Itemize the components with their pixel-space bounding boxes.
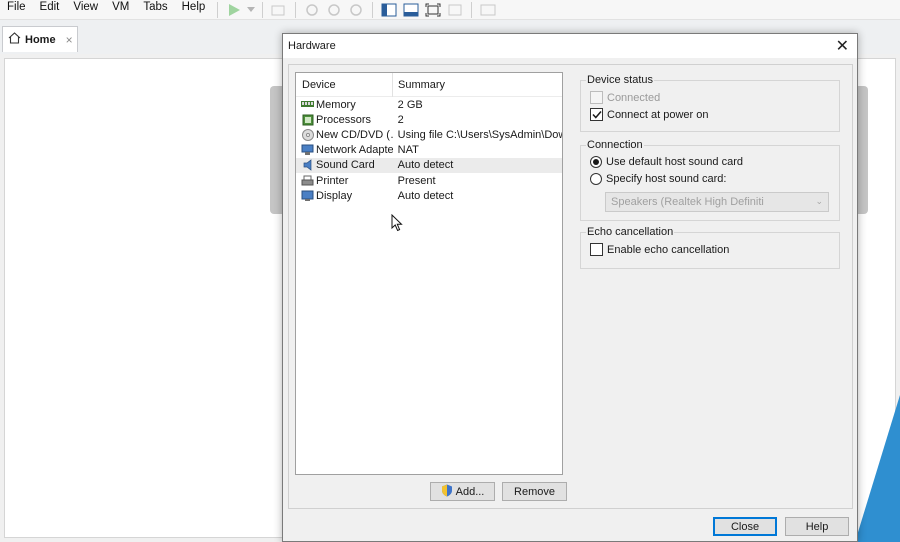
device-summary: Auto detect	[397, 159, 454, 172]
tab-home[interactable]: Home ×	[2, 26, 78, 52]
enable-echo-cancellation-label: Enable echo cancellation	[607, 243, 730, 256]
chevron-down-icon[interactable]	[245, 1, 257, 19]
display-icon	[301, 190, 314, 202]
device-name: New CD/DVD (…	[316, 128, 393, 141]
console-view-icon[interactable]	[477, 1, 499, 19]
full-screen-icon[interactable]	[422, 1, 444, 19]
help-button[interactable]: Help	[785, 517, 849, 536]
host-sound-card-value: Speakers (Realtek High Definiti	[611, 196, 764, 208]
mouse-cursor-icon	[391, 213, 403, 235]
device-row-processors[interactable]: Processors 2	[296, 112, 562, 127]
device-summary: Using file C:\Users\SysAdmin\Dow…	[397, 128, 562, 141]
close-button-label: Close	[730, 520, 760, 533]
network-adapter-icon	[301, 144, 314, 156]
menu-bar: File Edit View VM Tabs Help	[0, 0, 900, 20]
device-name: Display	[316, 189, 353, 202]
device-name: Network Adapter	[316, 144, 393, 157]
column-device[interactable]: Device	[296, 72, 393, 97]
radio-selected-icon[interactable]	[590, 156, 602, 168]
hardware-dialog: Hardware ✕ Device Summary Memory 2 GB Pr…	[282, 33, 858, 542]
tab-home-label: Home	[25, 33, 56, 46]
chevron-down-icon: ⌄	[815, 196, 823, 206]
device-name: Sound Card	[316, 159, 375, 172]
specify-host-sound-label: Specify host sound card:	[606, 173, 727, 185]
toolbar-separator	[295, 1, 297, 18]
menu-edit[interactable]: Edit	[33, 0, 67, 20]
memory-icon	[301, 99, 314, 111]
host-sound-card-dropdown[interactable]: Speakers (Realtek High Definiti ⌄	[605, 192, 829, 212]
enable-echo-cancellation-checkbox[interactable]: Enable echo cancellation	[590, 243, 729, 256]
connect-at-power-on-label: Connect at power on	[607, 108, 709, 121]
send-keys-icon[interactable]	[268, 1, 290, 19]
default-host-sound-radio[interactable]: Use default host sound card	[590, 156, 743, 168]
menu-view[interactable]: View	[66, 0, 105, 20]
toolbar-separator	[262, 1, 264, 18]
device-status-title: Device status	[586, 74, 655, 86]
dialog-title-bar: Hardware ✕	[283, 34, 857, 58]
echo-cancellation-title: Echo cancellation	[586, 226, 675, 238]
close-icon[interactable]: ✕	[836, 36, 849, 56]
specify-host-sound-radio[interactable]: Specify host sound card:	[590, 173, 726, 185]
radio-unselected-icon[interactable]	[590, 173, 602, 185]
device-name: Printer	[316, 174, 349, 187]
snapshot-icon[interactable]	[301, 1, 323, 19]
shield-icon	[441, 484, 453, 500]
device-summary: NAT	[397, 144, 419, 157]
enable-echo-checkbox-box[interactable]	[590, 243, 603, 256]
device-row-display[interactable]: Display Auto detect	[296, 188, 562, 203]
connected-checkbox-box[interactable]	[590, 91, 603, 104]
help-button-label: Help	[805, 520, 829, 533]
device-summary: Present	[397, 174, 436, 187]
toolbar-separator	[471, 1, 473, 18]
device-list[interactable]: Device Summary Memory 2 GB Processors 2	[295, 72, 563, 475]
column-summary[interactable]: Summary	[393, 73, 445, 97]
menu-tabs[interactable]: Tabs	[136, 0, 174, 20]
device-summary: 2	[397, 113, 404, 126]
add-button-label: Add...	[455, 485, 485, 498]
dialog-title: Hardware	[288, 40, 336, 52]
cd-dvd-icon	[301, 128, 314, 141]
connect-at-power-on-checkbox[interactable]: Connect at power on	[590, 108, 709, 121]
device-row-printer[interactable]: Printer Present	[296, 173, 562, 188]
remove-device-button[interactable]: Remove	[502, 482, 567, 501]
processor-icon	[301, 114, 314, 126]
connected-label: Connected	[607, 91, 661, 104]
close-button[interactable]: Close	[713, 517, 777, 536]
power-on-icon[interactable]	[223, 1, 245, 19]
show-library-icon[interactable]	[378, 1, 400, 19]
check-icon[interactable]	[590, 108, 603, 121]
remove-button-label: Remove	[514, 485, 555, 498]
thumbnail-bar-icon[interactable]	[400, 1, 422, 19]
device-status-group	[580, 80, 840, 132]
device-row-sound-card[interactable]: Sound Card Auto detect	[296, 157, 562, 173]
device-row-network-adapter[interactable]: Network Adapter NAT	[296, 143, 562, 158]
home-icon	[8, 32, 21, 47]
revert-snapshot-icon[interactable]	[323, 1, 345, 19]
close-tab-icon[interactable]: ×	[66, 33, 73, 47]
snapshot-manager-icon[interactable]	[345, 1, 367, 19]
add-device-button[interactable]: Add...	[430, 482, 495, 501]
menu-file[interactable]: File	[0, 0, 33, 20]
device-name: Memory	[316, 98, 356, 111]
toolbar-separator	[372, 1, 374, 18]
toolbar-separator	[217, 1, 219, 18]
menu-vm[interactable]: VM	[105, 0, 136, 20]
device-list-header: Device Summary	[296, 72, 562, 97]
device-row-cd-dvd[interactable]: New CD/DVD (… Using file C:\Users\SysAdm…	[296, 127, 562, 142]
sound-card-icon	[301, 159, 314, 172]
unity-icon[interactable]	[444, 1, 466, 19]
printer-icon	[301, 175, 314, 187]
default-host-sound-label: Use default host sound card	[606, 156, 743, 168]
connected-checkbox[interactable]: Connected	[590, 91, 660, 104]
device-row-memory[interactable]: Memory 2 GB	[296, 97, 562, 112]
device-summary: Auto detect	[397, 189, 454, 202]
menu-help[interactable]: Help	[175, 0, 213, 20]
connection-title: Connection	[586, 139, 644, 151]
device-name: Processors	[316, 113, 372, 126]
device-summary: 2 GB	[397, 98, 423, 111]
